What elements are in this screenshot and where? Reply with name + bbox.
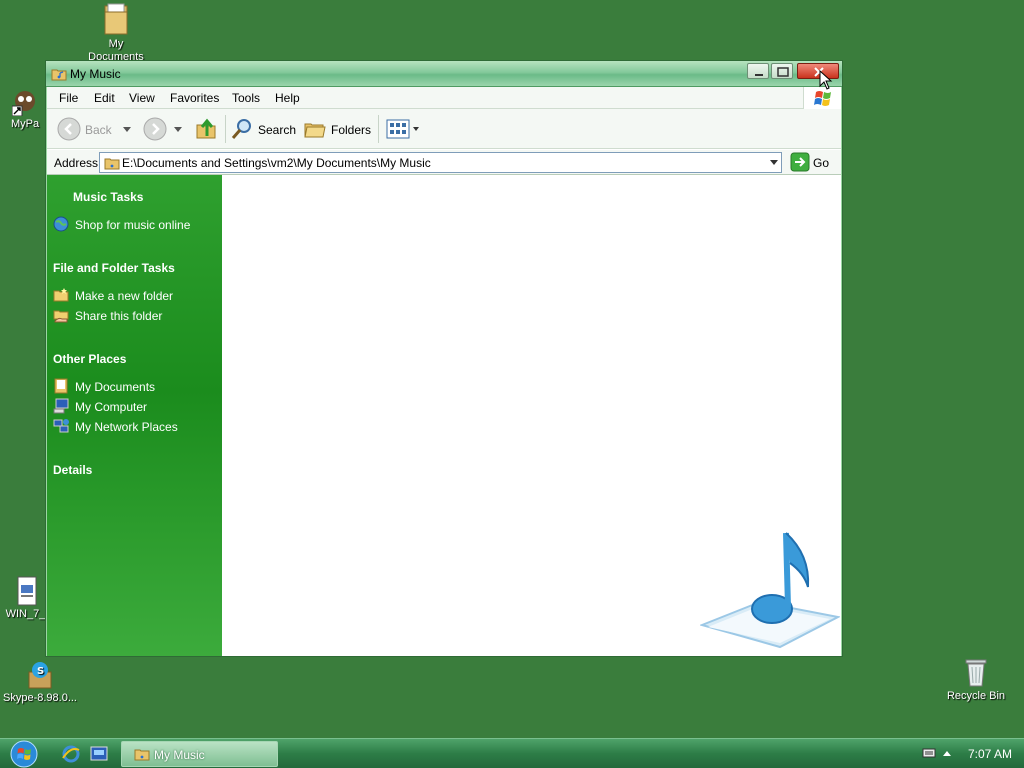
my-documents-icon: [54, 378, 68, 394]
search-button[interactable]: Search: [230, 117, 296, 141]
menu-view[interactable]: View: [129, 91, 155, 105]
globe-icon: [53, 216, 69, 232]
chevron-down-icon: [123, 127, 131, 132]
desktop-icon-label: Skype-8.98.0...: [3, 692, 77, 704]
network-places-icon: [53, 419, 69, 433]
recycle-bin-icon: [965, 659, 987, 687]
desktop-icon-label: Recycle Bin: [946, 690, 1006, 702]
new-folder-icon: [53, 288, 69, 302]
my-network-places-label: My Network Places: [75, 420, 178, 434]
address-input[interactable]: E:\Documents and Settings\vm2\My Documen…: [99, 152, 782, 173]
my-documents-label: My Documents: [75, 380, 156, 394]
forward-button[interactable]: [143, 117, 187, 141]
share-folder-label: Share this folder: [75, 309, 163, 323]
folders-icon: [304, 123, 326, 138]
keyboard-tray-icon[interactable]: [922, 747, 936, 759]
task-pane: Music Tasks Shop for music online File a…: [47, 175, 222, 656]
desktop-icon-skype[interactable]: S Skype-8.98.0...: [0, 660, 80, 705]
go-button[interactable]: Go: [789, 152, 839, 173]
taskbar: My Music 7:07 AM: [0, 738, 1024, 768]
back-button[interactable]: Back: [57, 117, 132, 141]
menu-edit[interactable]: Edit: [94, 91, 115, 105]
my-computer-icon: [53, 398, 69, 414]
menu-file[interactable]: File: [59, 91, 78, 105]
document-icon: [17, 576, 37, 606]
address-dropdown-icon[interactable]: [770, 160, 778, 165]
chevron-down-icon: [174, 127, 182, 132]
views-button[interactable]: [386, 117, 420, 141]
search-icon: [231, 119, 251, 139]
go-label: Go: [813, 156, 830, 170]
toolbar-separator: [225, 115, 226, 143]
taskbar-clock[interactable]: 7:07 AM: [968, 747, 1012, 761]
installer-icon: S: [28, 662, 52, 689]
start-button-icon[interactable]: [8, 740, 40, 768]
menu-favorites[interactable]: Favorites: [170, 91, 219, 105]
window-title: My Music: [70, 67, 121, 81]
forward-arrow-icon: [143, 117, 167, 141]
music-tasks-heading[interactable]: Music Tasks: [73, 190, 143, 204]
maximize-icon: [777, 67, 789, 77]
toolbar: Back Search Folders: [47, 109, 841, 149]
address-label: Address: [54, 156, 99, 170]
menu-tools[interactable]: Tools: [232, 91, 260, 105]
file-list-area[interactable]: [222, 175, 841, 656]
search-label: Search: [258, 123, 297, 137]
go-arrow-icon: [790, 152, 810, 172]
shop-music-online-label: Shop for music online: [75, 218, 191, 232]
desktop-icon-recycle-bin[interactable]: Recycle Bin: [936, 656, 1016, 703]
my-computer-label: My Computer: [75, 400, 148, 414]
internet-explorer-icon[interactable]: [61, 744, 81, 764]
back-label: Back: [85, 123, 112, 137]
menu-help[interactable]: Help: [275, 91, 300, 105]
chevron-down-icon: [413, 127, 419, 131]
show-desktop-icon[interactable]: [89, 744, 109, 764]
share-folder-icon: [53, 310, 69, 323]
up-folder-button[interactable]: [195, 117, 219, 141]
windows-flag-icon: [814, 91, 831, 106]
folder-icon: [104, 3, 128, 35]
title-bar[interactable]: My Music: [46, 61, 842, 87]
folders-button[interactable]: Folders: [303, 117, 373, 141]
toolbar-separator: [378, 115, 379, 143]
explorer-window: My Music File Edit View Favorites Tools …: [45, 60, 843, 657]
file-folder-tasks-heading[interactable]: File and Folder Tasks: [53, 261, 175, 275]
shortcut-app-icon: [12, 91, 35, 116]
address-bar: Address E:\Documents and Settings\vm2\My…: [47, 150, 841, 175]
address-value: E:\Documents and Settings\vm2\My Documen…: [122, 156, 431, 170]
views-icon: [386, 119, 410, 139]
back-arrow-icon: [57, 117, 81, 141]
menu-bar: File Edit View Favorites Tools Help: [47, 87, 841, 109]
music-folder-icon: [134, 749, 150, 761]
desktop-icon-my-documents[interactable]: My Documents: [76, 2, 156, 64]
taskbar-button-my-music[interactable]: My Music: [121, 741, 278, 767]
taskbar-button-label: My Music: [154, 748, 205, 762]
folders-label: Folders: [331, 123, 372, 137]
windows-logo: [803, 87, 841, 109]
music-note-watermark-icon: [700, 532, 840, 649]
show-hidden-icons-icon[interactable]: [942, 749, 952, 759]
up-folder-icon: [196, 118, 216, 139]
mouse-cursor-icon: [819, 70, 833, 90]
details-heading[interactable]: Details: [53, 463, 92, 477]
make-new-folder-label: Make a new folder: [75, 289, 174, 303]
other-places-heading[interactable]: Other Places: [53, 352, 126, 366]
music-folder-icon: [104, 158, 120, 170]
minimize-button[interactable]: [747, 63, 769, 79]
maximize-button[interactable]: [771, 63, 793, 79]
svg-text:S: S: [37, 666, 44, 677]
music-folder-icon: [51, 69, 67, 81]
minimize-icon: [755, 74, 763, 76]
